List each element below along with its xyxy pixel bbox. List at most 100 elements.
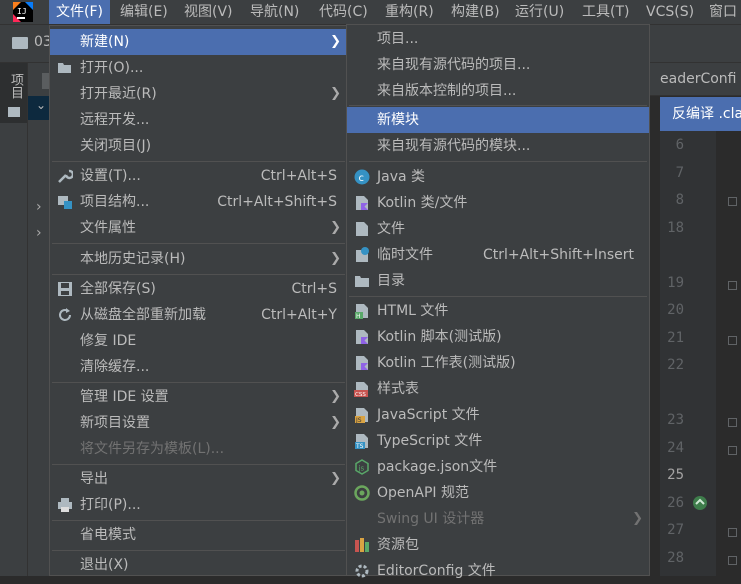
- fold-marker-icon[interactable]: [728, 418, 737, 427]
- line-number: 6: [675, 137, 684, 153]
- submenu-item-kotlin-file[interactable]: Kotlin 类/文件: [347, 190, 649, 216]
- submenu-item-package-json[interactable]: js package.json文件: [347, 454, 649, 480]
- menu-separator: [52, 550, 345, 551]
- submenu-item-html-file[interactable]: H HTML 文件: [347, 298, 649, 324]
- submenu-item-kotlin-script[interactable]: Kotlin 脚本(测试版): [347, 324, 649, 350]
- project-tool-tab[interactable]: 项目: [0, 63, 27, 123]
- editor-gutter: 6 7 8 18 19 20 21 22 23 24 25 26 27 28: [660, 131, 737, 576]
- menu-item-new[interactable]: 新建(N) ❯: [50, 29, 347, 55]
- submenu-item-project[interactable]: 项目...: [347, 26, 649, 52]
- menu-item-save-all[interactable]: 全部保存(S) Ctrl+S: [50, 276, 347, 302]
- chevron-right-icon[interactable]: ›: [36, 199, 42, 215]
- fold-marker-icon[interactable]: [728, 281, 737, 290]
- project-tab-label: 项目: [8, 73, 23, 99]
- intellij-logo-icon: IJ: [13, 2, 33, 22]
- line-number: 21: [667, 330, 684, 346]
- editorconfig-icon: [355, 564, 369, 578]
- svg-text:js: js: [358, 465, 365, 473]
- html-file-icon: H: [355, 304, 368, 319]
- menu-item-manage-ide-settings[interactable]: 管理 IDE 设置 ❯: [50, 384, 347, 410]
- menu-file[interactable]: 文件(F): [49, 0, 110, 24]
- directory-icon: [355, 276, 369, 287]
- kotlin-script-icon: [356, 330, 368, 344]
- chevron-right-icon: ❯: [330, 220, 341, 235]
- chevron-right-icon: ❯: [632, 511, 643, 526]
- menu-item-save-as-template: 将文件另存为模板(L)...: [80, 441, 225, 457]
- chevron-right-icon[interactable]: ›: [36, 225, 42, 241]
- line-number: 28: [667, 550, 684, 566]
- menu-item-repair-ide[interactable]: 修复 IDE: [50, 328, 347, 354]
- submenu-item-kotlin-worksheet[interactable]: Kotlin 工作表(测试版): [347, 350, 649, 376]
- menu-item-settings[interactable]: 设置(T)... Ctrl+Alt+S: [50, 163, 347, 189]
- submenu-item-stylesheet[interactable]: CSS 样式表: [347, 376, 649, 402]
- submenu-item-scratch-file[interactable]: 临时文件 Ctrl+Alt+Shift+Insert: [347, 242, 649, 268]
- line-number: 20: [667, 302, 684, 318]
- menu-item-open-recent[interactable]: 打开最近(R) ❯: [50, 81, 347, 107]
- new-submenu: 项目... 来自现有源代码的项目... 来自版本控制的项目... 新模块 来自现…: [346, 24, 650, 579]
- menu-run[interactable]: 运行(U): [508, 0, 571, 24]
- chevron-right-icon: ❯: [330, 86, 341, 101]
- menu-item-invalidate-caches[interactable]: 清除缓存...: [50, 354, 347, 380]
- chevron-down-icon: ⌄: [36, 98, 47, 112]
- menu-refactor[interactable]: 重构(R): [378, 0, 441, 24]
- svg-text:c: c: [359, 173, 365, 184]
- menu-code[interactable]: 代码(C): [312, 0, 375, 24]
- print-icon: [58, 498, 72, 512]
- menu-separator: [52, 243, 345, 244]
- fold-marker-icon[interactable]: [728, 528, 737, 537]
- submenu-item-project-from-sources[interactable]: 来自现有源代码的项目...: [347, 52, 649, 78]
- submenu-item-javascript-file[interactable]: JS JavaScript 文件: [347, 402, 649, 428]
- submenu-item-project-from-vcs[interactable]: 来自版本控制的项目...: [347, 78, 649, 104]
- javascript-file-icon: JS: [355, 408, 368, 423]
- submenu-item-typescript-file[interactable]: TS TypeScript 文件: [347, 428, 649, 454]
- kotlin-file-icon: [356, 196, 368, 210]
- implementation-gutter-icon[interactable]: [692, 495, 708, 511]
- project-structure-icon: [58, 196, 72, 209]
- submenu-item-new-module[interactable]: 新模块: [347, 107, 649, 133]
- menu-build[interactable]: 构建(B): [444, 0, 507, 24]
- menu-item-local-history[interactable]: 本地历史记录(H) ❯: [50, 246, 347, 272]
- menu-edit[interactable]: 编辑(E): [113, 0, 175, 24]
- menu-item-exit[interactable]: 退出(X): [50, 552, 347, 578]
- editor-tab[interactable]: eaderConfi: [660, 63, 736, 95]
- menu-item-export[interactable]: 导出 ❯: [50, 466, 347, 492]
- editor-tab-row: eaderConfi: [650, 63, 741, 96]
- menu-bar: IJ 文件(F) 编辑(E) 视图(V) 导航(N) 代码(C) 重构(R) 构…: [0, 0, 741, 25]
- line-number: 19: [667, 275, 684, 291]
- menu-navigate[interactable]: 导航(N): [243, 0, 306, 24]
- menu-item-project-structure[interactable]: 项目结构... Ctrl+Alt+Shift+S: [50, 189, 347, 215]
- submenu-item-file[interactable]: 文件: [347, 216, 649, 242]
- fold-marker-icon[interactable]: [728, 446, 737, 455]
- menu-separator: [52, 161, 345, 162]
- fold-marker-icon[interactable]: [728, 556, 737, 565]
- svg-text:JS: JS: [355, 417, 362, 423]
- line-number: 26: [667, 495, 684, 511]
- menu-item-file-properties[interactable]: 文件属性 ❯: [50, 215, 347, 241]
- menu-item-new-project-settings[interactable]: 新项目设置 ❯: [50, 410, 347, 436]
- fold-marker-icon[interactable]: [728, 197, 737, 206]
- menu-item-remote-dev[interactable]: 远程开发...: [50, 107, 347, 133]
- submenu-item-java-class[interactable]: c Java 类: [347, 164, 649, 190]
- menu-item-open[interactable]: 打开(O)...: [50, 55, 347, 81]
- menu-view[interactable]: 视图(V): [177, 0, 240, 24]
- menu-tools[interactable]: 工具(T): [575, 0, 636, 24]
- nodejs-icon: js: [355, 459, 369, 475]
- submenu-item-editorconfig[interactable]: EditorConfig 文件: [347, 558, 649, 584]
- menu-item-print[interactable]: 打印(P)...: [50, 492, 347, 518]
- submenu-item-openapi[interactable]: OpenAPI 规范: [347, 480, 649, 506]
- menu-vcs[interactable]: VCS(S): [639, 0, 701, 24]
- submenu-item-directory[interactable]: 目录: [347, 268, 649, 294]
- menu-item-reload-all[interactable]: 从磁盘全部重新加载 Ctrl+Alt+Y: [50, 302, 347, 328]
- css-file-icon: CSS: [354, 382, 368, 397]
- chevron-right-icon: ❯: [330, 415, 341, 430]
- menu-window[interactable]: 窗口: [702, 0, 741, 24]
- menu-separator: [52, 520, 345, 521]
- submenu-item-module-from-sources[interactable]: 来自现有源代码的模块...: [347, 133, 649, 159]
- menu-item-power-save[interactable]: 省电模式: [50, 522, 347, 548]
- fold-marker-icon[interactable]: [728, 336, 737, 345]
- chevron-right-icon: ❯: [330, 251, 341, 266]
- line-number: 18: [667, 220, 684, 236]
- menu-item-close-project[interactable]: 关闭项目(J): [50, 133, 347, 159]
- submenu-item-resource-bundle[interactable]: 资源包: [347, 532, 649, 558]
- line-number: 27: [667, 522, 684, 538]
